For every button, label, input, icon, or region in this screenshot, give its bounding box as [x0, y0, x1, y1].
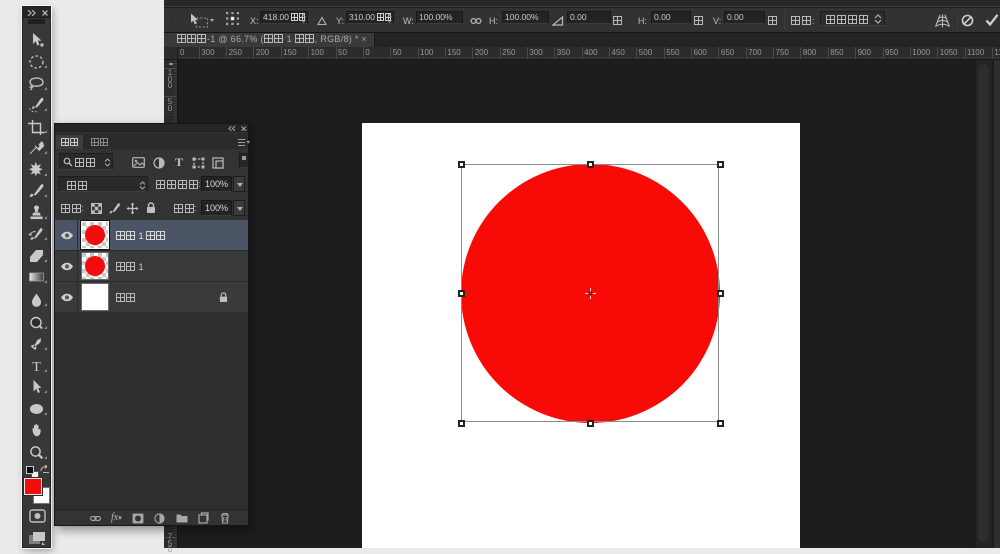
- svg-text:T: T: [32, 360, 41, 374]
